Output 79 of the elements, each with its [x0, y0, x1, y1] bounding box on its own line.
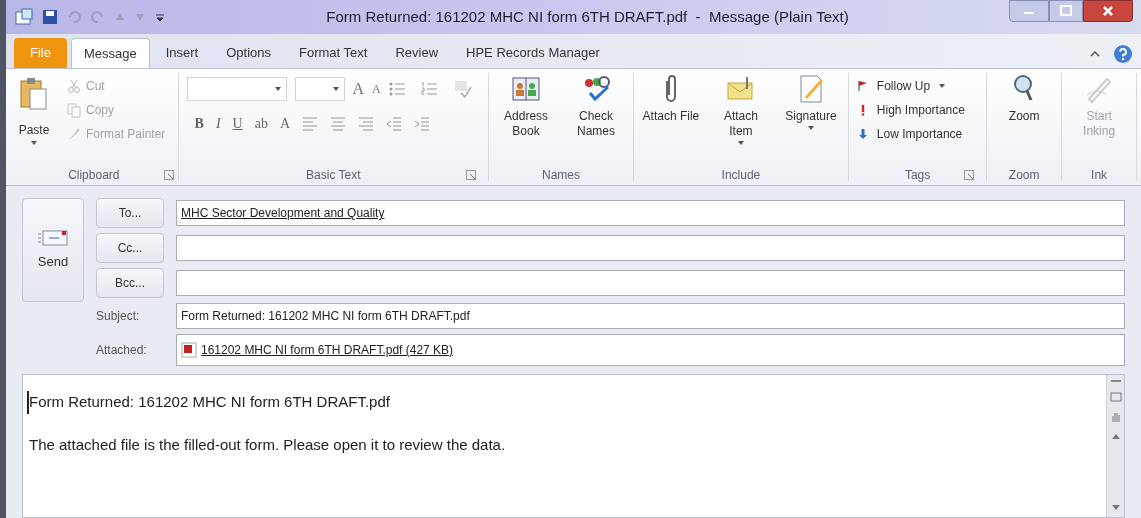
scrollbar[interactable] — [1106, 375, 1124, 517]
save-icon[interactable] — [42, 9, 58, 25]
close-icon — [1102, 5, 1114, 17]
ribbon-tab[interactable]: Format Text — [287, 38, 380, 68]
recipient-field[interactable] — [176, 235, 1125, 261]
caret-icon — [736, 139, 745, 147]
minimize-button[interactable] — [1009, 0, 1049, 22]
caret-icon — [30, 139, 38, 147]
attachment-field[interactable]: 161202 MHC NI form 6TH DRAFT.pdf (427 KB) — [176, 334, 1125, 366]
group-label: Names — [542, 167, 581, 184]
attachment-link[interactable]: 161202 MHC NI form 6TH DRAFT.pdf (427 KB) — [201, 341, 454, 359]
dialog-launcher-icon[interactable] — [163, 170, 174, 180]
group-label: Ink — [1091, 167, 1108, 184]
recipient-button[interactable]: Bcc... — [96, 268, 164, 298]
paste-button[interactable]: Paste — [10, 73, 58, 147]
dialog-launcher-icon[interactable] — [466, 170, 477, 180]
window-title: Form Returned: 161202 MHC NI form 6TH DRAFT.pdf - Message (Plain Text) — [326, 6, 849, 27]
caret-icon — [273, 85, 282, 93]
envelope-icon — [37, 228, 69, 249]
ribbon-tab[interactable]: Insert — [153, 38, 211, 68]
bold-button[interactable]: B — [194, 113, 204, 134]
pdf-file-icon — [181, 342, 197, 358]
attached-label: Attached: — [96, 342, 148, 359]
increase-indent-icon[interactable] — [414, 115, 431, 132]
grow-font-button[interactable]: A — [352, 77, 365, 101]
maximize-button[interactable] — [1049, 0, 1083, 22]
flag-icon — [856, 80, 869, 92]
shrink-font-button[interactable]: A — [372, 80, 381, 98]
send-button[interactable]: Send — [22, 198, 84, 302]
ribbon-tab[interactable]: Message — [70, 38, 150, 68]
color-button[interactable]: A — [279, 113, 291, 134]
body-text: Form Returned: 161202 MHC NI form 6TH DRAFT.pdf — [27, 391, 390, 414]
help-icon[interactable] — [1113, 44, 1133, 64]
clipboard-icon — [18, 77, 50, 113]
recipient-button[interactable]: To... — [96, 198, 164, 228]
split-icon[interactable] — [1109, 379, 1122, 383]
subject-label: Subject: — [96, 308, 141, 325]
recipient-field[interactable] — [176, 270, 1125, 296]
paperclip-icon — [664, 73, 677, 105]
underline-button[interactable]: U — [232, 113, 243, 134]
caret-icon — [331, 85, 340, 93]
group-label: Clipboard — [68, 167, 120, 184]
tag-button[interactable]: High Importance — [856, 101, 979, 119]
tag-button[interactable]: Follow Up — [856, 77, 979, 95]
maximize-icon — [1060, 5, 1072, 17]
tag-button[interactable]: Low Importance — [856, 125, 979, 143]
close-button[interactable] — [1083, 0, 1133, 22]
recipient-field[interactable]: MHC Sector Development and Quality — [176, 200, 1125, 226]
align-right-icon[interactable] — [358, 115, 375, 132]
ribbon-tab[interactable]: Options — [214, 38, 284, 68]
recipient-name[interactable]: MHC Sector Development and Quality — [181, 204, 385, 222]
ribbon-button[interactable]: Zoom — [991, 69, 1058, 124]
ribbon-tab[interactable]: HPE Records Manager — [454, 38, 612, 68]
recipient-button[interactable]: Cc... — [96, 233, 164, 263]
ribbon-button[interactable]: Attach Item — [707, 69, 774, 147]
italic-button[interactable]: I — [215, 113, 221, 134]
copy-icon — [66, 102, 82, 118]
group-label: Zoom — [1008, 167, 1040, 184]
group-label: Include — [721, 167, 761, 184]
ribbon-tab[interactable]: Review — [383, 38, 451, 68]
ribbon-button[interactable]: Address Book — [493, 69, 560, 139]
body-text: The attached file is the filled-out form. Please open it to review the data. — [28, 434, 507, 455]
decrease-indent-icon[interactable] — [386, 115, 403, 132]
highlight-button[interactable]: ab — [254, 113, 268, 134]
ribbon-button[interactable]: Signature — [777, 69, 844, 147]
align-center-icon[interactable] — [330, 115, 347, 132]
scissors-icon — [66, 78, 82, 94]
font-name-field[interactable] — [186, 77, 287, 101]
font-size-field[interactable] — [294, 77, 345, 101]
dialog-launcher-icon[interactable] — [964, 170, 975, 180]
customize-menu-icon[interactable] — [154, 11, 166, 23]
ribbon-button[interactable]: Check Names — [563, 69, 630, 139]
align-left-icon[interactable] — [302, 115, 319, 132]
ribbon-button[interactable]: Attach File — [637, 69, 704, 147]
subject-field[interactable]: Form Returned: 161202 MHC NI form 6TH DRAFT.pdf — [176, 303, 1125, 329]
group-label: Basic Text — [306, 167, 361, 184]
caret-icon — [938, 82, 947, 90]
caret-icon — [806, 124, 815, 132]
group-label: Tags — [904, 167, 931, 184]
